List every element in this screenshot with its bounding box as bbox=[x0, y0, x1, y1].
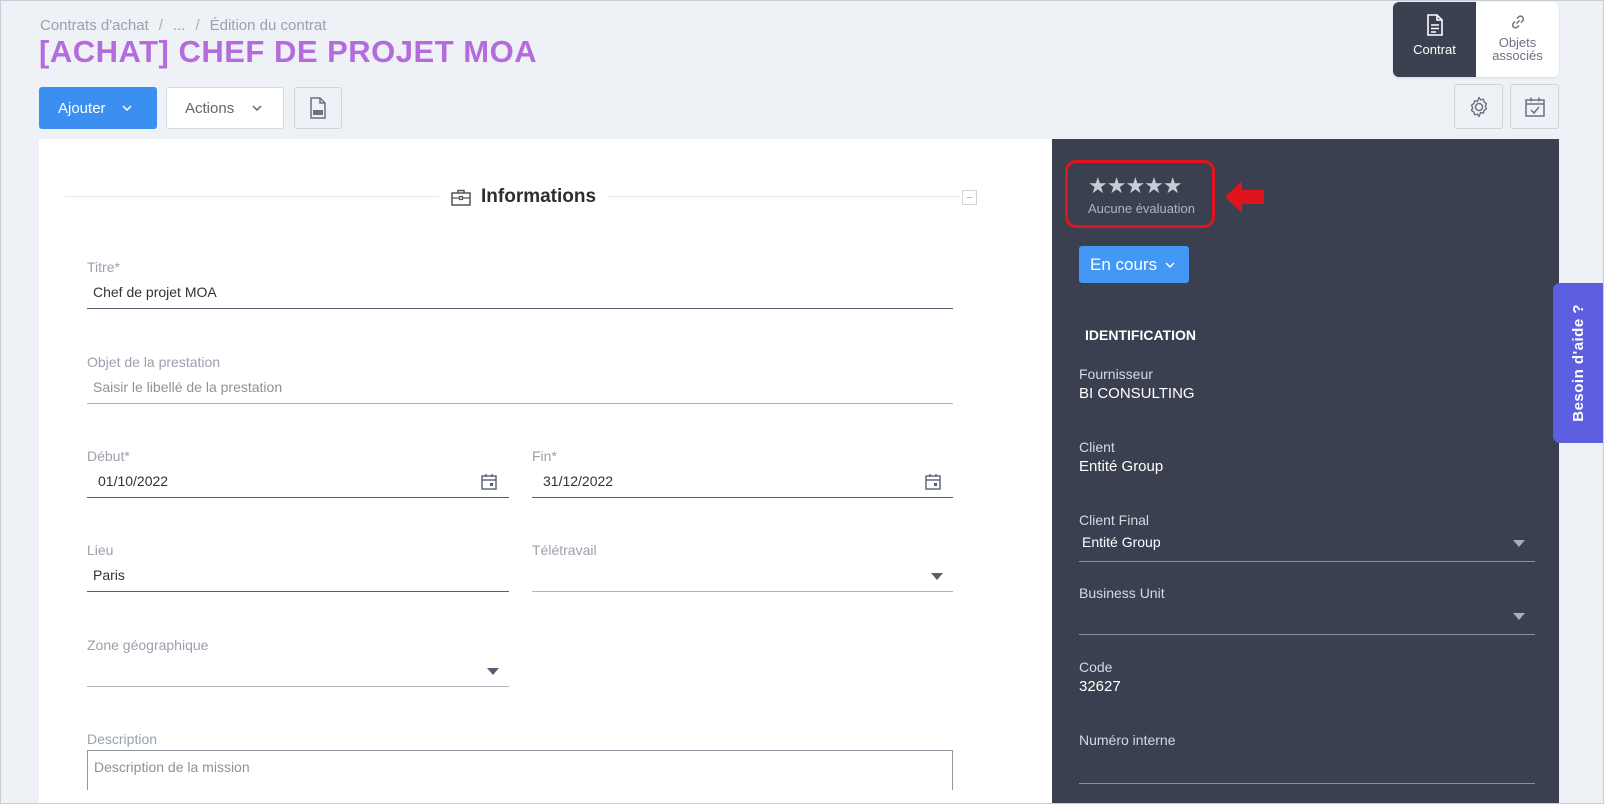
numero-interne-label: Numéro interne bbox=[1079, 732, 1176, 748]
description-textarea[interactable]: Description de la mission bbox=[87, 750, 953, 790]
lieu-label: Lieu bbox=[87, 542, 114, 558]
teletravail-select[interactable] bbox=[532, 567, 953, 592]
client-final-select[interactable]: Entité Group bbox=[1079, 534, 1535, 562]
fournisseur-field: Fournisseur BI CONSULTING bbox=[1079, 366, 1195, 402]
lieu-value: Paris bbox=[93, 567, 125, 583]
caret-down-icon bbox=[487, 668, 499, 675]
document-icon bbox=[1426, 14, 1443, 36]
fournisseur-label: Fournisseur bbox=[1079, 366, 1153, 382]
lieu-field: Lieu Paris bbox=[87, 542, 509, 592]
breadcrumb-contracts-link[interactable]: Contrats d'achat bbox=[40, 17, 149, 34]
arrow-left-icon bbox=[1225, 181, 1264, 213]
description-field: Description bbox=[87, 731, 953, 747]
view-tabs: Contrat Objets associés bbox=[1393, 2, 1559, 77]
teletravail-field: Télétravail bbox=[532, 542, 953, 592]
identification-heading: IDENTIFICATION bbox=[1085, 327, 1196, 343]
zone-label: Zone géographique bbox=[87, 637, 209, 653]
teletravail-label: Télétravail bbox=[532, 542, 597, 558]
lieu-input[interactable]: Paris bbox=[87, 567, 509, 592]
breadcrumb-separator: / bbox=[158, 17, 163, 34]
zone-select[interactable] bbox=[87, 662, 509, 687]
breadcrumb-ellipsis-link[interactable]: ... bbox=[173, 17, 186, 34]
status-dropdown-button[interactable]: En cours bbox=[1079, 246, 1189, 283]
breadcrumb-separator: / bbox=[195, 17, 200, 34]
add-button-label: Ajouter bbox=[58, 99, 106, 117]
chevron-down-icon bbox=[122, 105, 132, 111]
fin-label: Fin* bbox=[532, 448, 557, 464]
fin-value: 31/12/2022 bbox=[543, 473, 614, 489]
section-title-label: Informations bbox=[481, 186, 597, 207]
titre-input[interactable]: Chef de projet MOA bbox=[87, 284, 953, 309]
numero-interne-input[interactable] bbox=[1079, 754, 1535, 784]
add-button[interactable]: Ajouter bbox=[39, 87, 157, 129]
doc-file-icon bbox=[310, 97, 326, 119]
gear-icon bbox=[1470, 96, 1487, 117]
numero-interne-field: Numéro interne bbox=[1079, 732, 1535, 784]
debut-label: Début* bbox=[87, 448, 130, 464]
client-final-value: Entité Group bbox=[1082, 534, 1161, 550]
code-field: Code 32627 bbox=[1079, 659, 1121, 695]
chevron-down-icon bbox=[252, 105, 262, 111]
fin-field: Fin* 31/12/2022 bbox=[532, 448, 953, 498]
briefcase-icon bbox=[451, 189, 471, 206]
tab-related-objects[interactable]: Objets associés bbox=[1476, 2, 1559, 77]
titre-value: Chef de projet MOA bbox=[93, 284, 217, 300]
rating-stars[interactable]: ★★★★★ bbox=[1088, 173, 1183, 199]
objet-field: Objet de la prestation Saisir le libellé… bbox=[87, 354, 953, 404]
help-tab[interactable]: Besoin d'aide ? bbox=[1553, 283, 1604, 443]
section-title: Informations bbox=[439, 186, 609, 208]
rating-highlight: ★★★★★ Aucune évaluation bbox=[1065, 160, 1215, 228]
calendar-icon[interactable] bbox=[925, 473, 941, 490]
debut-input[interactable]: 01/10/2022 bbox=[87, 473, 509, 498]
tab-contract-label: Contrat bbox=[1413, 42, 1456, 57]
calendar-icon[interactable] bbox=[481, 473, 497, 490]
fournisseur-value: BI CONSULTING bbox=[1079, 385, 1195, 402]
description-label: Description bbox=[87, 731, 158, 747]
caret-down-icon bbox=[1513, 540, 1525, 547]
business-unit-label: Business Unit bbox=[1079, 585, 1165, 601]
section-header: Informations – bbox=[65, 186, 979, 208]
titre-label: Titre* bbox=[87, 259, 120, 275]
actions-button[interactable]: Actions bbox=[166, 87, 284, 129]
debut-field: Début* 01/10/2022 bbox=[87, 448, 509, 498]
description-placeholder: Description de la mission bbox=[94, 759, 250, 775]
settings-button[interactable] bbox=[1454, 84, 1503, 129]
actions-button-label: Actions bbox=[185, 99, 235, 117]
export-doc-button[interactable] bbox=[294, 87, 342, 129]
collapse-button[interactable]: – bbox=[962, 190, 977, 205]
debut-value: 01/10/2022 bbox=[98, 473, 169, 489]
client-label: Client bbox=[1079, 439, 1115, 455]
help-tab-label: Besoin d'aide ? bbox=[1570, 304, 1587, 422]
client-value: Entité Group bbox=[1079, 458, 1164, 475]
tab-contract[interactable]: Contrat bbox=[1393, 2, 1476, 77]
objet-placeholder: Saisir le libellé de la prestation bbox=[93, 379, 283, 395]
code-label: Code bbox=[1079, 659, 1113, 675]
client-final-label: Client Final bbox=[1079, 512, 1150, 528]
business-unit-field: Business Unit bbox=[1079, 585, 1535, 635]
tab-related-label-2: associés bbox=[1492, 48, 1543, 63]
titre-field: Titre* Chef de projet MOA bbox=[87, 259, 953, 309]
objet-label: Objet de la prestation bbox=[87, 354, 221, 370]
rating-label: Aucune évaluation bbox=[1088, 201, 1195, 216]
calendar-check-button[interactable] bbox=[1510, 84, 1559, 129]
zone-field: Zone géographique bbox=[87, 637, 509, 687]
link-icon bbox=[1511, 15, 1524, 29]
breadcrumb: Contrats d'achat / ... / Édition du cont… bbox=[40, 17, 326, 34]
caret-down-icon bbox=[931, 573, 943, 580]
objet-input[interactable]: Saisir le libellé de la prestation bbox=[87, 379, 953, 404]
code-value: 32627 bbox=[1079, 678, 1121, 695]
page-title: [ACHAT] CHEF DE PROJET MOA bbox=[39, 34, 538, 69]
breadcrumb-current: Édition du contrat bbox=[209, 17, 327, 34]
main-form-card: Informations – Titre* Chef de projet MOA… bbox=[39, 139, 1052, 804]
calendar-check-icon bbox=[1524, 97, 1545, 117]
client-final-field: Client Final Entité Group bbox=[1079, 512, 1535, 562]
fin-input[interactable]: 31/12/2022 bbox=[532, 473, 953, 498]
summary-panel: ★★★★★ Aucune évaluation En cours IDENTIF… bbox=[1052, 139, 1559, 804]
business-unit-select[interactable] bbox=[1079, 607, 1535, 635]
caret-down-icon bbox=[1513, 613, 1525, 620]
chevron-down-icon bbox=[1165, 261, 1175, 268]
client-field: Client Entité Group bbox=[1079, 439, 1163, 475]
status-label: En cours bbox=[1090, 254, 1158, 274]
